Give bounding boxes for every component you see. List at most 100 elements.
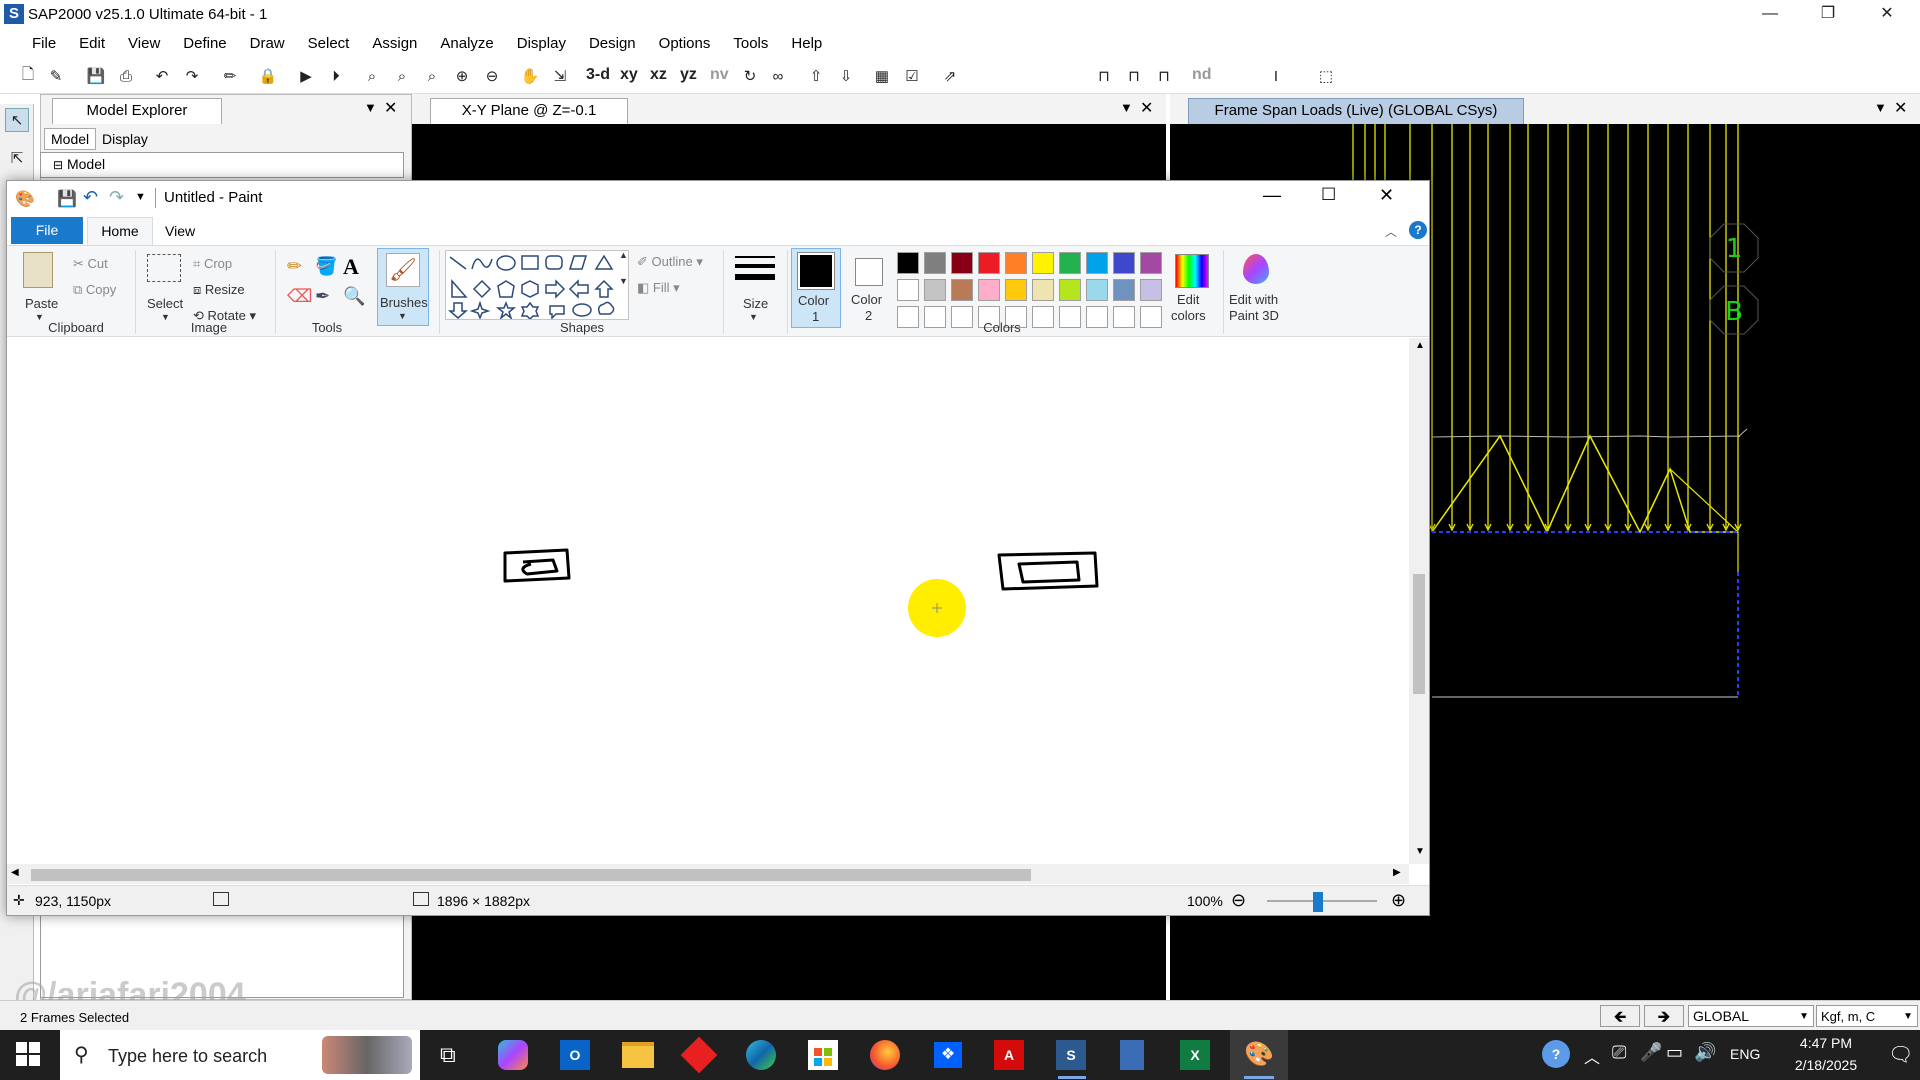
paint-canvas[interactable]: [7, 338, 1429, 888]
zoom-window-icon[interactable]: ⌕: [360, 64, 384, 88]
size-button[interactable]: Size ▼: [727, 248, 781, 328]
palette-swatch[interactable]: [951, 252, 973, 274]
tray-chevron-icon[interactable]: ︿: [1584, 1044, 1600, 1068]
palette-swatch[interactable]: [897, 279, 919, 301]
menu-file[interactable]: File: [20, 30, 67, 58]
frame-span-window-tab[interactable]: Frame Span Loads (Live) (GLOBAL CSys): [1188, 98, 1524, 124]
paint-maximize-button[interactable]: ☐: [1321, 185, 1336, 205]
color-picker-icon[interactable]: ✒: [315, 286, 330, 307]
palette-swatch[interactable]: [924, 306, 946, 328]
paint-minimize-button[interactable]: —: [1263, 185, 1281, 206]
grid-icon[interactable]: ▦: [870, 64, 894, 88]
palette-swatch[interactable]: [1086, 252, 1108, 274]
palette-swatch[interactable]: [1086, 279, 1108, 301]
tree-root-model[interactable]: Model: [67, 156, 105, 172]
next-view-button[interactable]: 🡺: [1644, 1005, 1684, 1027]
model-explorer-tab[interactable]: Model Explorer: [52, 98, 222, 124]
paint-save-icon[interactable]: 💾: [57, 189, 77, 209]
zoom-out-icon[interactable]: ⊖: [480, 64, 504, 88]
view-nv-button[interactable]: nv: [710, 66, 729, 84]
run-analysis-icon[interactable]: ⏵: [324, 64, 348, 88]
task-view-icon[interactable]: ⧉: [440, 1042, 456, 1068]
view-nd-button[interactable]: nd: [1192, 66, 1212, 84]
palette-swatch[interactable]: [1032, 279, 1054, 301]
palette-swatch[interactable]: [1005, 252, 1027, 274]
firefox-icon[interactable]: [870, 1040, 900, 1070]
zoom-slider-thumb[interactable]: [1313, 892, 1323, 912]
explorer-tab-display[interactable]: Display: [96, 128, 154, 150]
print-icon[interactable]: ⎙: [114, 64, 138, 88]
palette-swatch[interactable]: [1059, 306, 1081, 328]
up-icon[interactable]: ⇧: [804, 64, 828, 88]
paint-view-tab[interactable]: View: [165, 223, 195, 239]
paste-button[interactable]: Paste: [25, 296, 58, 311]
right-dropdown-icon[interactable]: ▼: [1874, 100, 1887, 115]
menu-view[interactable]: View: [116, 30, 171, 58]
edge-icon[interactable]: [746, 1040, 776, 1070]
explorer-close-icon[interactable]: ✕: [384, 98, 397, 118]
excel-icon[interactable]: X: [1180, 1040, 1210, 1070]
vertical-scrollbar[interactable]: ▲ ▼: [1409, 338, 1429, 864]
select-dropdown-icon[interactable]: ▼: [161, 312, 170, 322]
rotate-icon[interactable]: ↻: [738, 64, 762, 88]
mid-close-icon[interactable]: ✕: [1140, 98, 1153, 118]
palette-swatch[interactable]: [1059, 252, 1081, 274]
view-xz-button[interactable]: xz: [650, 66, 667, 84]
fill-button[interactable]: ◧ Fill ▾: [637, 280, 680, 296]
shapes-scroll-down-icon[interactable]: ▼: [619, 276, 628, 286]
menu-display[interactable]: Display: [505, 30, 577, 58]
restore-button[interactable]: ❐: [1805, 0, 1851, 30]
units-dropdown[interactable]: Kgf, m, C ▼: [1816, 1005, 1918, 1027]
down-icon[interactable]: ⇩: [834, 64, 858, 88]
palette-swatch[interactable]: [897, 306, 919, 328]
palette-swatch[interactable]: [978, 252, 1000, 274]
palette-swatch[interactable]: [1113, 252, 1135, 274]
taskbar-search-box[interactable]: ⚲ Type here to search: [60, 1030, 420, 1080]
store-icon[interactable]: [808, 1040, 838, 1070]
right-close-icon[interactable]: ✕: [1894, 98, 1907, 118]
outline-button[interactable]: ✐ Outline ▾: [637, 254, 703, 270]
frame-icon[interactable]: ⊓: [1092, 64, 1116, 88]
palette-swatch[interactable]: [897, 252, 919, 274]
text-tool-icon[interactable]: A: [343, 254, 359, 280]
zoom-restore-icon[interactable]: ⌕: [390, 64, 414, 88]
lock-icon[interactable]: 🔒: [256, 64, 280, 88]
menu-draw[interactable]: Draw: [238, 30, 296, 58]
menu-select[interactable]: Select: [296, 30, 361, 58]
palette-swatch[interactable]: [924, 252, 946, 274]
csys-dropdown[interactable]: GLOBAL ▼: [1688, 1005, 1814, 1027]
perspective-icon[interactable]: ∞: [766, 64, 790, 88]
file-explorer-icon[interactable]: [622, 1042, 654, 1068]
crop-button[interactable]: ⌗ Crop: [193, 256, 232, 272]
new-file-icon[interactable]: 🗋: [16, 64, 40, 88]
menu-assign[interactable]: Assign: [360, 30, 428, 58]
clock-time[interactable]: 4:47 PM: [1786, 1035, 1866, 1051]
color1-button[interactable]: Color 1: [791, 248, 841, 328]
microphone-icon[interactable]: 🎤: [1640, 1042, 1662, 1063]
copy-button[interactable]: ⧉ Copy: [73, 282, 116, 298]
pan-icon[interactable]: ✋: [518, 64, 542, 88]
copilot-icon[interactable]: [498, 1040, 528, 1070]
run-icon[interactable]: ▶: [294, 64, 318, 88]
horizontal-scroll-thumb[interactable]: [31, 869, 1031, 881]
palette-swatch[interactable]: [1005, 279, 1027, 301]
reshape-icon[interactable]: ⇱: [5, 146, 29, 170]
quick-access-dropdown-icon[interactable]: ▼: [135, 191, 146, 203]
volume-icon[interactable]: 🔊: [1694, 1042, 1716, 1063]
tree-expand-icon[interactable]: ⊟: [53, 158, 63, 172]
notifications-icon[interactable]: 🗨: [1888, 1042, 1913, 1067]
red-app-icon[interactable]: [680, 1036, 718, 1074]
clock-date[interactable]: 2/18/2025: [1776, 1057, 1876, 1073]
palette-swatch[interactable]: [1059, 279, 1081, 301]
view-yz-button[interactable]: yz: [680, 66, 697, 84]
close-button[interactable]: ✕: [1864, 0, 1910, 30]
windows-start-icon[interactable]: [16, 1042, 40, 1066]
edit-paint3d-button[interactable]: Edit with Paint 3D: [1225, 248, 1289, 328]
shapes-scroll-up-icon[interactable]: ▲: [619, 250, 628, 260]
menu-help[interactable]: Help: [779, 30, 833, 58]
input-language[interactable]: ENG: [1730, 1046, 1760, 1062]
outlook-icon[interactable]: O: [560, 1040, 590, 1070]
mid-dropdown-icon[interactable]: ▼: [1120, 100, 1133, 115]
zoom-out-button[interactable]: ⊖: [1231, 890, 1246, 911]
menu-define[interactable]: Define: [171, 30, 237, 58]
